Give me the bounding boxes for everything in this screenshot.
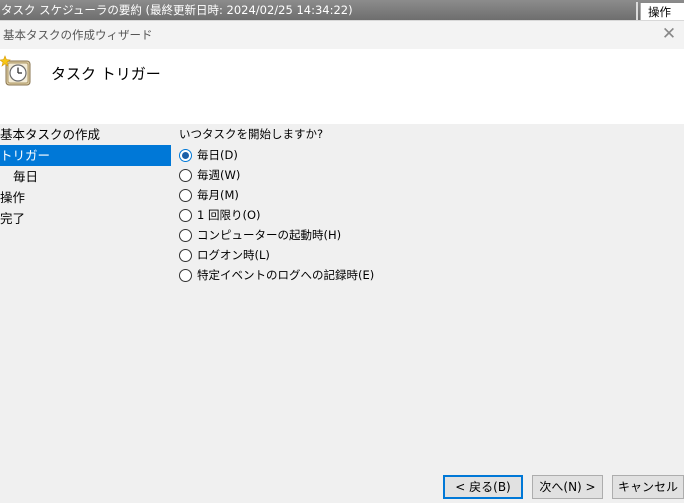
radio-button[interactable] [179, 228, 192, 242]
radio-logon[interactable]: ログオン時(L) [179, 245, 659, 265]
radio-button[interactable] [179, 248, 192, 262]
dialog-titlebar: 基本タスクの作成ウィザード ✕ [0, 20, 684, 49]
page-title: タスク トリガー [51, 65, 161, 83]
wizard-header: タスク トリガー [0, 49, 684, 124]
mmc-summary-bar: タスク スケジューラの要約 (最終更新日時: 2024/02/25 14:34:… [0, 0, 684, 20]
dialog-title: 基本タスクの作成ウィザード [3, 28, 153, 42]
radio-button-checked[interactable] [179, 148, 192, 162]
nav-step-trigger[interactable]: トリガー [0, 145, 171, 166]
wizard-step-nav: 基本タスクの作成 トリガー 毎日 操作 完了 [0, 124, 171, 229]
radio-label: ログオン時(L) [197, 248, 270, 262]
nav-step-finish[interactable]: 完了 [0, 208, 171, 229]
radio-label: 特定イベントのログへの記録時(E) [197, 268, 375, 282]
trigger-question: いつタスクを開始しますか? [179, 127, 324, 141]
radio-computer-startup[interactable]: コンピューターの起動時(H) [179, 225, 659, 245]
task-clock-icon [0, 55, 32, 87]
radio-event-logged[interactable]: 特定イベントのログへの記録時(E) [179, 265, 659, 285]
nav-step-create-basic-task[interactable]: 基本タスクの作成 [0, 124, 171, 145]
radio-label: 毎日(D) [197, 148, 238, 162]
basic-task-wizard-dialog: 基本タスクの作成ウィザード ✕ タスク トリガー 基本タスクの作成 トリガー 毎… [0, 20, 684, 503]
radio-label: 1 回限り(O) [197, 208, 261, 222]
summary-bar-text: タスク スケジューラの要約 (最終更新日時: 2024/02/25 14:34:… [1, 3, 353, 17]
close-icon[interactable]: ✕ [659, 23, 679, 45]
back-button[interactable]: < 戻る(B) [443, 475, 523, 499]
radio-daily[interactable]: 毎日(D) [179, 145, 659, 165]
radio-button[interactable] [179, 268, 192, 282]
nav-step-daily[interactable]: 毎日 [0, 166, 171, 187]
radio-button[interactable] [179, 168, 192, 182]
radio-button[interactable] [179, 188, 192, 202]
radio-button[interactable] [179, 208, 192, 222]
radio-label: コンピューターの起動時(H) [197, 228, 342, 242]
nav-step-action[interactable]: 操作 [0, 187, 171, 208]
trigger-options-panel: いつタスクを開始しますか? 毎日(D) 毎週(W) 毎月(M) 1 回限り(O)… [179, 124, 659, 285]
cancel-button[interactable]: キャンセル [612, 475, 684, 499]
actions-pane-header: 操作 [640, 3, 684, 20]
radio-weekly[interactable]: 毎週(W) [179, 165, 659, 185]
radio-label: 毎月(M) [197, 188, 239, 202]
pane-divider[interactable] [636, 2, 638, 20]
radio-label: 毎週(W) [197, 168, 241, 182]
next-button[interactable]: 次へ(N) > [532, 475, 603, 499]
radio-monthly[interactable]: 毎月(M) [179, 185, 659, 205]
radio-one-time[interactable]: 1 回限り(O) [179, 205, 659, 225]
